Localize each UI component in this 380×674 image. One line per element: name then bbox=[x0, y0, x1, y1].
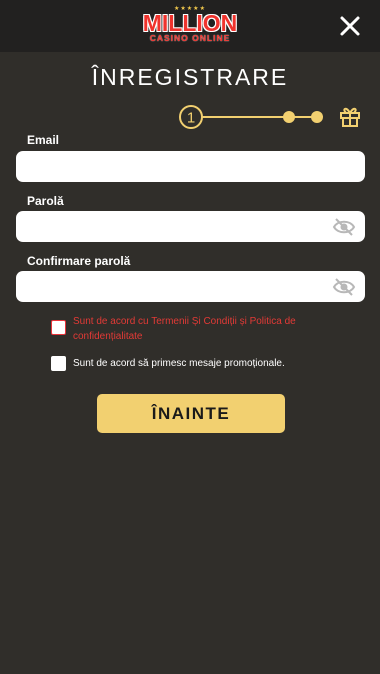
email-label: Email bbox=[27, 133, 60, 147]
page-title: ÎNREGISTRARE bbox=[91, 64, 289, 90]
promo-label: Sunt de acord să primesc mesaje promoțio… bbox=[73, 358, 285, 369]
terms-text: Sunt de acord cu Termenii Și Condiții și… bbox=[73, 314, 353, 344]
password-field[interactable] bbox=[16, 211, 365, 242]
registration-stepper: 1 bbox=[176, 102, 366, 132]
terms-prefix: Sunt de acord cu bbox=[73, 316, 152, 327]
eye-off-icon bbox=[332, 218, 356, 236]
logo-brand-text: MILLION bbox=[142, 10, 238, 36]
password-label: Parolă bbox=[27, 194, 64, 208]
gift-icon bbox=[340, 107, 360, 127]
step-1-number: 1 bbox=[187, 110, 195, 127]
next-button[interactable]: ÎNAINTE bbox=[97, 394, 285, 433]
top-bar: ★★★★★ MILLION CASINO ONLINE bbox=[0, 0, 380, 52]
terms-checkbox[interactable] bbox=[51, 320, 66, 335]
step-2-dot bbox=[283, 111, 295, 123]
toggle-password-visibility-button[interactable] bbox=[332, 217, 356, 237]
confirm-password-label: Confirmare parolă bbox=[27, 254, 131, 268]
email-field[interactable] bbox=[16, 151, 365, 182]
million-casino-logo[interactable]: ★★★★★ MILLION CASINO ONLINE bbox=[138, 6, 242, 46]
promo-checkbox[interactable] bbox=[51, 356, 66, 371]
close-icon bbox=[340, 16, 360, 36]
step-1-indicator: 1 bbox=[179, 105, 203, 129]
confirm-password-field[interactable] bbox=[16, 271, 365, 302]
toggle-confirm-visibility-button[interactable] bbox=[332, 277, 356, 297]
step-3-dot bbox=[311, 111, 323, 123]
terms-conditions-link[interactable]: Termenii Și Condiții bbox=[151, 316, 237, 327]
terms-and: și bbox=[236, 316, 250, 327]
eye-off-icon bbox=[332, 278, 356, 296]
logo-sub-text: CASINO ONLINE bbox=[149, 33, 231, 43]
close-button[interactable] bbox=[336, 12, 364, 40]
